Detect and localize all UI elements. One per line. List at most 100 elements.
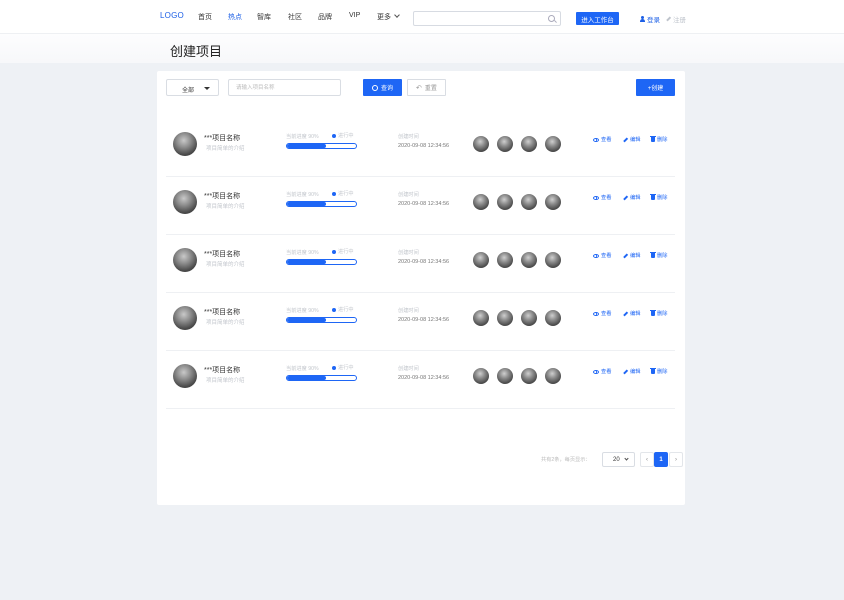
query-button[interactable]: 查询	[363, 79, 402, 96]
status-label: 进行中	[338, 191, 354, 197]
time-value: 2020-09-08 12:34:56	[398, 201, 450, 207]
member-avatar[interactable]	[497, 252, 513, 268]
nav-item-vip[interactable]: VIP	[349, 12, 360, 19]
nav-item-community[interactable]: 社区	[288, 12, 302, 22]
eye-icon	[593, 137, 599, 142]
search-box[interactable]	[413, 11, 561, 31]
search-icon[interactable]	[548, 15, 555, 22]
page-title: 创建项目	[170, 44, 223, 59]
nav-item-think-tank[interactable]: 智库	[257, 12, 271, 22]
delete-button[interactable]: 删除	[650, 135, 667, 143]
member-avatar[interactable]	[521, 310, 537, 326]
member-avatar[interactable]	[545, 310, 561, 326]
member-avatar[interactable]	[545, 194, 561, 210]
enter-workbench-button[interactable]: 进入工作台	[576, 12, 619, 25]
view-button[interactable]: 查看	[593, 368, 611, 375]
create-button[interactable]: +创建	[636, 79, 675, 96]
project-desc: 项目简单的介绍	[206, 320, 245, 326]
nav-item-more-label: 更多	[377, 14, 391, 21]
prev-page-button[interactable]: ‹	[640, 452, 654, 467]
project-desc: 项目简单的介绍	[206, 378, 245, 384]
nav-item-brand[interactable]: 品牌	[318, 12, 332, 22]
delete-button[interactable]: 删除	[650, 251, 667, 259]
reset-label: 重置	[424, 86, 437, 92]
view-button[interactable]: 查看	[593, 252, 611, 259]
search-input[interactable]	[414, 17, 534, 31]
edit-button[interactable]: 编辑	[623, 194, 640, 201]
list-item: ***项目名称 项目简单的介绍 当前进度 90% 进行中 创建时间 2020-0…	[166, 293, 675, 351]
member-avatar[interactable]	[497, 136, 513, 152]
avatar	[173, 132, 197, 156]
delete-button[interactable]: 删除	[650, 193, 667, 201]
project-name[interactable]: ***项目名称	[204, 133, 240, 143]
edit-button[interactable]: 编辑	[623, 252, 640, 259]
eye-icon	[593, 311, 599, 316]
list-item: ***项目名称 项目简单的介绍 当前进度 90% 进行中 创建时间 2020-0…	[166, 177, 675, 235]
next-page-button[interactable]: ›	[669, 452, 683, 467]
edit-button[interactable]: 编辑	[623, 136, 640, 143]
status-badge: 进行中	[332, 248, 354, 255]
status-dot-icon	[332, 191, 336, 196]
progress-fill	[287, 376, 327, 380]
member-avatar[interactable]	[497, 310, 513, 326]
member-avatar[interactable]	[545, 252, 561, 268]
time-label: 创建时间	[398, 308, 419, 314]
progress-fill	[287, 318, 327, 322]
delete-button[interactable]: 删除	[650, 309, 667, 317]
page-size-select[interactable]: 20	[602, 452, 635, 467]
status-badge: 进行中	[332, 190, 354, 197]
reset-button[interactable]: ↶ 重置	[407, 79, 446, 96]
member-avatar[interactable]	[521, 252, 537, 268]
member-avatar[interactable]	[473, 252, 489, 268]
member-avatar[interactable]	[545, 136, 561, 152]
view-label: 查看	[601, 369, 612, 375]
member-avatar[interactable]	[473, 136, 489, 152]
edit-label: 编辑	[630, 311, 641, 317]
progress-label: 当前进度 90%	[286, 308, 319, 314]
nav-item-home[interactable]: 首页	[198, 12, 212, 22]
logo[interactable]: LOGO	[160, 11, 184, 20]
time-label: 创建时间	[398, 366, 419, 372]
status-dot-icon	[332, 307, 336, 312]
status-dot-icon	[332, 249, 336, 254]
member-avatar[interactable]	[473, 310, 489, 326]
project-name-input[interactable]	[228, 79, 341, 96]
view-button[interactable]: 查看	[593, 310, 611, 317]
project-list-card: 全部 查询 ↶重置 +创建 ***项目名称 项目简单的介绍 当前进度 90% 进…	[157, 71, 685, 505]
delete-button[interactable]: 删除	[650, 367, 667, 375]
search-icon	[371, 84, 378, 91]
filter-select[interactable]: 全部	[166, 79, 219, 96]
view-button[interactable]: 查看	[593, 136, 611, 143]
member-avatar[interactable]	[497, 194, 513, 210]
nav-item-more[interactable]: 更多	[377, 12, 400, 22]
member-avatar[interactable]	[521, 194, 537, 210]
view-button[interactable]: 查看	[593, 194, 611, 201]
edit-button[interactable]: 编辑	[623, 368, 640, 375]
member-avatar[interactable]	[497, 368, 513, 384]
page-header: 创建项目	[0, 33, 844, 63]
member-avatar[interactable]	[521, 368, 537, 384]
edit-icon	[623, 369, 628, 374]
project-name[interactable]: ***项目名称	[204, 191, 240, 201]
progress-bar	[286, 259, 357, 265]
project-name[interactable]: ***项目名称	[204, 365, 240, 375]
edit-button[interactable]: 编辑	[623, 310, 640, 317]
edit-icon	[623, 253, 628, 258]
login-link[interactable]: 登录	[640, 14, 660, 24]
member-avatar[interactable]	[521, 136, 537, 152]
register-link[interactable]: 注册	[666, 14, 686, 24]
project-name[interactable]: ***项目名称	[204, 249, 240, 259]
project-name[interactable]: ***项目名称	[204, 307, 240, 317]
member-avatar[interactable]	[545, 368, 561, 384]
page-button-1[interactable]: 1	[654, 452, 668, 467]
progress-fill	[287, 260, 327, 264]
status-badge: 进行中	[332, 364, 354, 371]
time-label: 创建时间	[398, 134, 419, 140]
edit-label: 编辑	[630, 253, 641, 259]
progress-bar	[286, 317, 357, 323]
member-avatar[interactable]	[473, 368, 489, 384]
status-badge: 进行中	[332, 306, 354, 313]
project-desc: 项目简单的介绍	[206, 146, 245, 152]
nav-item-hot[interactable]: 热点	[228, 12, 242, 22]
member-avatar[interactable]	[473, 194, 489, 210]
